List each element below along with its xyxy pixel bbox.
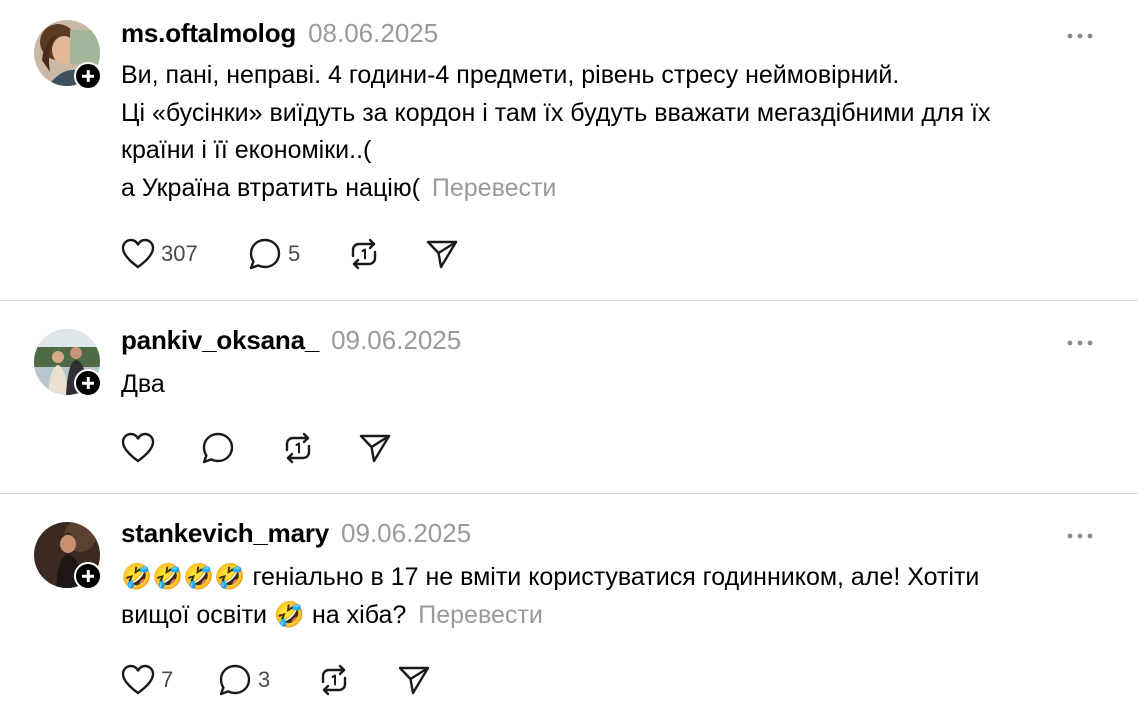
heart-icon	[121, 238, 155, 269]
repost-icon	[321, 664, 347, 696]
more-horizontal-icon[interactable]	[1066, 531, 1094, 541]
comment-line: Два	[121, 370, 165, 398]
repost-button[interactable]	[281, 430, 315, 466]
comment-text: Два	[121, 366, 1111, 404]
comment-line: Ви, пані, неправі. 4 години-4 предмети, …	[121, 61, 900, 89]
speech-bubble-icon	[219, 664, 251, 696]
repost-button[interactable]	[347, 236, 381, 272]
username[interactable]: pankiv_oksana_	[121, 325, 319, 356]
comment-post: ms.oftalmolog 08.06.2025 Ви, пані, непра…	[0, 0, 1138, 300]
like-button[interactable]: 7	[121, 662, 173, 698]
comment-text: 🤣🤣🤣🤣 геніально в 17 не вміти користувати…	[121, 559, 1111, 634]
comment-post: pankiv_oksana_ 09.06.2025 Два	[0, 301, 1138, 493]
username[interactable]: ms.oftalmolog	[121, 18, 296, 49]
action-bar	[121, 430, 621, 466]
translate-link[interactable]: Перевести	[418, 601, 543, 629]
comment-count: 3	[258, 667, 271, 692]
like-button[interactable]	[121, 430, 155, 466]
speech-bubble-icon	[249, 238, 281, 270]
comment-date: 09.06.2025	[341, 518, 472, 548]
like-count: 7	[161, 667, 174, 692]
comment-header: ms.oftalmolog 08.06.2025	[121, 18, 438, 54]
share-button[interactable]	[358, 430, 392, 466]
follow-plus-icon[interactable]	[74, 62, 102, 90]
share-button[interactable]	[397, 662, 431, 698]
comment-line-text: а Україна втратить націю(	[121, 173, 420, 202]
comment-line: країни і її економіки..(	[121, 136, 372, 164]
comment-line-text: вищої освіти 🤣 на хіба?	[121, 600, 407, 629]
repost-button[interactable]	[317, 662, 351, 698]
send-icon	[398, 666, 430, 695]
comment-count: 5	[288, 241, 301, 266]
comment-header: pankiv_oksana_ 09.06.2025	[121, 325, 461, 361]
comment-line: Ці «бусінки» виїдуть за кордон і там їх …	[121, 98, 991, 127]
comment-date: 09.06.2025	[331, 325, 462, 355]
like-count: 307	[161, 241, 198, 266]
comment-text: Ви, пані, неправі. 4 години-4 предмети, …	[121, 57, 1111, 207]
like-button[interactable]: 307	[121, 236, 198, 272]
heart-icon	[121, 432, 155, 463]
repost-icon	[351, 238, 377, 270]
follow-plus-icon[interactable]	[74, 369, 102, 397]
translate-link[interactable]: Перевести	[432, 174, 557, 202]
comment-line-with-translate: а Україна втратить націю( Перевести	[121, 170, 1111, 208]
reply-button[interactable]: 3	[218, 662, 270, 698]
share-button[interactable]	[425, 236, 459, 272]
more-horizontal-icon[interactable]	[1066, 31, 1094, 41]
speech-bubble-icon	[202, 432, 234, 464]
send-icon	[426, 240, 458, 269]
follow-plus-icon[interactable]	[74, 562, 102, 590]
send-icon	[359, 434, 391, 463]
reply-button[interactable]: 5	[248, 236, 300, 272]
comment-line-with-translate: вищої освіти 🤣 на хіба? Перевести	[121, 597, 1111, 635]
comments-feed: ms.oftalmolog 08.06.2025 Ви, пані, непра…	[0, 0, 1138, 704]
repost-icon	[285, 432, 311, 464]
reply-button[interactable]	[201, 430, 235, 466]
action-bar: 7 3	[121, 662, 621, 698]
more-horizontal-icon[interactable]	[1066, 338, 1094, 348]
action-bar: 307 5	[121, 236, 621, 272]
comment-line: 🤣🤣🤣🤣 геніально в 17 не вміти користувати…	[121, 563, 980, 591]
comment-header: stankevich_mary 09.06.2025	[121, 518, 471, 554]
heart-icon	[121, 664, 155, 695]
comment-date: 08.06.2025	[308, 18, 439, 48]
username[interactable]: stankevich_mary	[121, 518, 329, 549]
comment-post: stankevich_mary 09.06.2025 🤣🤣🤣🤣 геніальн…	[0, 494, 1138, 704]
